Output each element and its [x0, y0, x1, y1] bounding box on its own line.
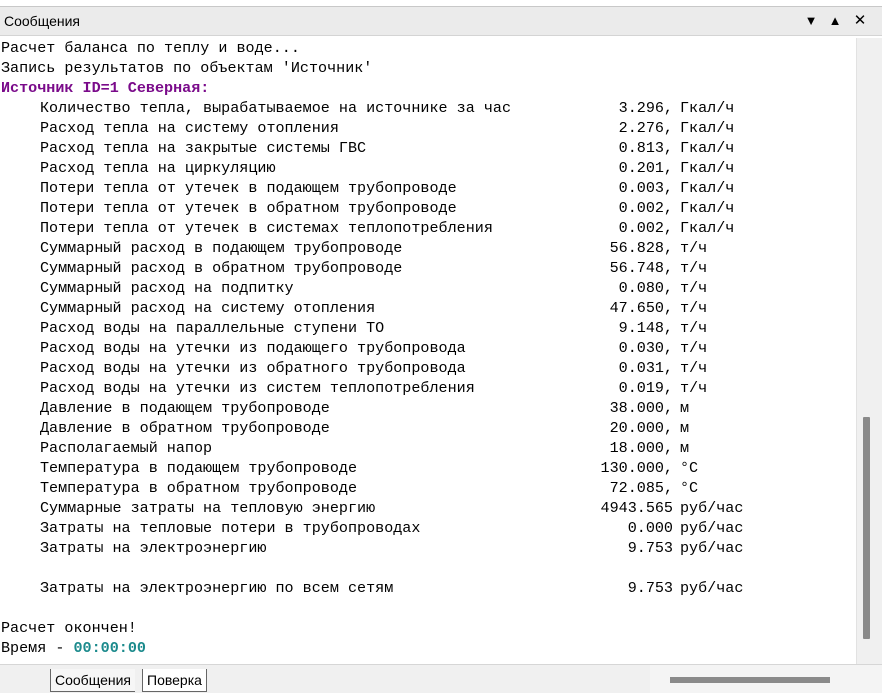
time-line: Время - 00:00:00 [0, 638, 855, 658]
result-row: Расход тепла на систему отопления 2.276, Г… [0, 118, 855, 138]
result-rows: Количество тепла, вырабатываемое на исто… [0, 98, 855, 558]
result-row: Давление в подающем трубопроводе 38.000, м [0, 398, 855, 418]
message-log[interactable]: Расчет баланса по теплу и воде... Запись… [0, 38, 855, 662]
row-value: 2.276, [618, 119, 673, 137]
row-value: 56.748, [609, 259, 673, 277]
result-row: Расход тепла на закрытые системы ГВС 0.81… [0, 138, 855, 158]
row-unit: руб/час [680, 539, 744, 557]
row-value: 9.753 [627, 579, 673, 597]
result-row: Расход тепла на циркуляцию 0.201, Гкал/ч [0, 158, 855, 178]
result-row: Расход воды на параллельные ступени ТО 9.… [0, 318, 855, 338]
row-value: 20.000, [609, 419, 673, 437]
result-row: Расход воды на утечки из подающего трубо… [0, 338, 855, 358]
row-value: 0.031, [618, 359, 673, 377]
row-value: 4943.565 [600, 499, 673, 517]
row-unit: м [680, 399, 690, 417]
row-value: 9.148, [618, 319, 673, 337]
result-row: Расход воды на утечки из обратного трубо… [0, 358, 855, 378]
row-value: 38.000, [609, 399, 673, 417]
row-unit: Гкал/ч [680, 179, 735, 197]
horizontal-scrollbar-thumb[interactable] [670, 677, 830, 683]
horizontal-scrollbar[interactable] [650, 665, 882, 693]
row-value: 56.828, [609, 239, 673, 257]
result-row: Суммарный расход в подающем трубопроводе… [0, 238, 855, 258]
result-row: Суммарный расход в обратном трубопроводе… [0, 258, 855, 278]
result-row: Затраты на электроэнергию 9.753 руб/час [0, 538, 855, 558]
scrollbar-thumb[interactable] [863, 417, 870, 639]
row-value: 0.002, [618, 219, 673, 237]
row-unit: Гкал/ч [680, 119, 735, 137]
row-unit: Гкал/ч [680, 219, 735, 237]
window-title: Сообщения [4, 13, 80, 29]
row-unit: Гкал/ч [680, 199, 735, 217]
dropdown-icon[interactable]: ▼ [802, 11, 820, 31]
log-line: Расчет баланса по теплу и воде... [1, 39, 300, 57]
maximize-icon[interactable]: ▲ [826, 11, 844, 31]
window-titlebar: Сообщения ▼ ▲ ✕ [0, 6, 882, 36]
row-unit: °C [680, 459, 699, 477]
row-value: 3.296, [618, 99, 673, 117]
row-unit: т/ч [680, 299, 708, 317]
source-title: Источник ID=1 Северная: [1, 79, 210, 97]
row-value: 0.003, [618, 179, 673, 197]
row-unit: руб/час [680, 579, 744, 597]
row-value: 18.000, [609, 439, 673, 457]
row-value: 9.753 [627, 539, 673, 557]
row-unit: т/ч [680, 339, 708, 357]
result-row: Суммарный расход на подпитку 0.080, т/ч [0, 278, 855, 298]
row-unit: т/ч [680, 319, 708, 337]
row-unit: Гкал/ч [680, 159, 735, 177]
vertical-scrollbar[interactable] [856, 38, 882, 664]
row-unit: °C [680, 479, 699, 497]
result-row: Потери тепла от утечек в обратном трубоп… [0, 198, 855, 218]
result-row: Потери тепла от утечек в системах теплоп… [0, 218, 855, 238]
time-label: Время - [1, 639, 74, 657]
result-row: Суммарный расход на систему отопления 47.… [0, 298, 855, 318]
row-unit: т/ч [680, 239, 708, 257]
row-unit: руб/час [680, 499, 744, 517]
row-value: 0.030, [618, 339, 673, 357]
row-unit: Гкал/ч [680, 99, 735, 117]
row-unit: м [680, 439, 690, 457]
row-unit: т/ч [680, 259, 708, 277]
result-row: Расход воды на утечки из систем теплопот… [0, 378, 855, 398]
result-row: Затраты на тепловые потери в трубопровод… [0, 518, 855, 538]
result-row: Суммарные затраты на тепловую энергию 494… [0, 498, 855, 518]
time-value: 00:00:00 [73, 639, 146, 657]
row-value: 47.650, [609, 299, 673, 317]
row-unit: т/ч [680, 379, 708, 397]
row-value: 0.019, [618, 379, 673, 397]
close-icon[interactable]: ✕ [851, 11, 869, 31]
total-row: Затраты на электроэнергию по всем сетям … [0, 578, 855, 598]
row-unit: Гкал/ч [680, 139, 735, 157]
row-value: 0.080, [618, 279, 673, 297]
row-value: 72.085, [609, 479, 673, 497]
log-line: Запись результатов по объектам 'Источник… [1, 59, 373, 77]
tab-verification[interactable]: Поверка [142, 669, 207, 692]
result-row: Располагаемый напор 18.000, м [0, 438, 855, 458]
row-value: 0.201, [618, 159, 673, 177]
result-row: Давление в обратном трубопроводе 20.000, м [0, 418, 855, 438]
row-value: 0.000 [627, 519, 673, 537]
result-row: Количество тепла, вырабатываемое на исто… [0, 98, 855, 118]
row-unit: м [680, 419, 690, 437]
row-unit: т/ч [680, 359, 708, 377]
tab-messages[interactable]: Сообщения [50, 669, 135, 692]
row-value: 0.002, [618, 199, 673, 217]
tab-bar: Сообщения Поверка [0, 664, 882, 693]
done-line: Расчет окончен! [1, 619, 137, 637]
row-value: 0.813, [618, 139, 673, 157]
result-row: Потери тепла от утечек в подающем трубоп… [0, 178, 855, 198]
result-row: Температура в подающем трубопроводе 130.0… [0, 458, 855, 478]
row-unit: т/ч [680, 279, 708, 297]
row-value: 130.000, [600, 459, 673, 477]
result-row: Температура в обратном трубопроводе 72.08… [0, 478, 855, 498]
row-unit: руб/час [680, 519, 744, 537]
